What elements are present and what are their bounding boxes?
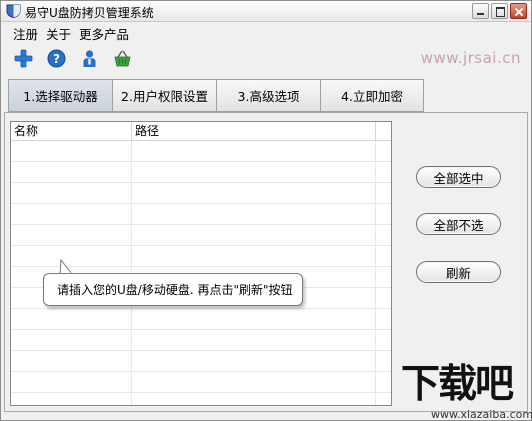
table-row[interactable] bbox=[11, 351, 391, 372]
app-shield-icon bbox=[6, 4, 21, 18]
table-row[interactable] bbox=[11, 162, 391, 183]
table-row[interactable] bbox=[11, 183, 391, 204]
xiazaiba-url: www.xiazaiba.com bbox=[431, 408, 532, 421]
help-icon[interactable]: ? bbox=[47, 49, 66, 68]
column-header-path[interactable]: 路径 bbox=[132, 122, 376, 141]
cell-name bbox=[11, 141, 132, 162]
menu-bar: 注册 关于 更多产品 bbox=[13, 24, 129, 43]
menu-register[interactable]: 注册 bbox=[13, 24, 38, 43]
app-window: 易守U盘防拷贝管理系统 注册 关于 更多产品 ? www.jrsai.cn 1.… bbox=[0, 0, 532, 421]
table-row[interactable] bbox=[11, 141, 391, 162]
column-header-filler bbox=[376, 122, 391, 141]
insert-drive-tooltip: 请插入您的U盘/移动硬盘. 再点击"刷新"按钮 bbox=[43, 273, 303, 306]
cell-path bbox=[132, 141, 376, 162]
cell-name bbox=[11, 183, 132, 204]
cell-path bbox=[132, 225, 376, 246]
select-none-button[interactable]: 全部不选 bbox=[416, 213, 501, 235]
cell-path bbox=[132, 372, 376, 393]
menu-more-products[interactable]: 更多产品 bbox=[79, 24, 129, 43]
minimize-button[interactable] bbox=[472, 3, 489, 19]
table-row[interactable] bbox=[11, 330, 391, 351]
window-title: 易守U盘防拷贝管理系统 bbox=[25, 6, 154, 20]
column-header-name[interactable]: 名称 bbox=[11, 122, 132, 141]
table-row[interactable] bbox=[11, 393, 391, 405]
xiazaiba-watermark: 下载吧 www.xiazaiba.com bbox=[397, 360, 532, 421]
table-row[interactable] bbox=[11, 204, 391, 225]
refresh-button[interactable]: 刷新 bbox=[416, 261, 501, 283]
select-all-button[interactable]: 全部选中 bbox=[416, 166, 501, 188]
cell-path bbox=[132, 393, 376, 405]
cell-path bbox=[132, 309, 376, 330]
cell-path bbox=[132, 351, 376, 372]
toolbar: ? bbox=[14, 49, 132, 68]
cell-name bbox=[11, 162, 132, 183]
cell-name bbox=[11, 393, 132, 405]
tab-encrypt-now[interactable]: 4.立即加密 bbox=[320, 79, 424, 112]
cell-path bbox=[132, 204, 376, 225]
table-row[interactable] bbox=[11, 309, 391, 330]
cell-path bbox=[132, 246, 376, 267]
maximize-button[interactable] bbox=[491, 3, 508, 19]
drive-list-header: 名称 路径 bbox=[11, 122, 391, 141]
user-icon[interactable] bbox=[80, 49, 99, 68]
window-controls bbox=[472, 3, 527, 19]
close-button[interactable] bbox=[510, 3, 527, 19]
cell-name bbox=[11, 372, 132, 393]
cell-path bbox=[132, 162, 376, 183]
menu-about[interactable]: 关于 bbox=[46, 24, 71, 43]
cell-name bbox=[11, 330, 132, 351]
cell-name bbox=[11, 204, 132, 225]
cell-path bbox=[132, 330, 376, 351]
cell-name bbox=[11, 309, 132, 330]
plus-icon[interactable] bbox=[14, 49, 33, 68]
basket-icon[interactable] bbox=[113, 49, 132, 68]
title-bar: 易守U盘防拷贝管理系统 bbox=[1, 1, 531, 22]
tab-select-drive[interactable]: 1.选择驱动器 bbox=[8, 79, 112, 112]
cell-name bbox=[11, 225, 132, 246]
tab-advanced-options[interactable]: 3.高级选项 bbox=[216, 79, 320, 112]
tab-strip: 1.选择驱动器 2.用户权限设置 3.高级选项 4.立即加密 bbox=[8, 79, 424, 112]
tooltip-pointer bbox=[59, 259, 73, 274]
table-row[interactable] bbox=[11, 225, 391, 246]
svg-text:?: ? bbox=[53, 52, 60, 66]
tooltip-text: 请插入您的U盘/移动硬盘. 再点击"刷新"按钮 bbox=[57, 283, 293, 297]
cell-name bbox=[11, 351, 132, 372]
cell-path bbox=[132, 183, 376, 204]
tab-user-permissions[interactable]: 2.用户权限设置 bbox=[112, 79, 216, 112]
table-row[interactable] bbox=[11, 372, 391, 393]
watermark-url: www.jrsai.cn bbox=[420, 49, 521, 67]
xiazaiba-logo: 下载吧 bbox=[401, 362, 514, 407]
